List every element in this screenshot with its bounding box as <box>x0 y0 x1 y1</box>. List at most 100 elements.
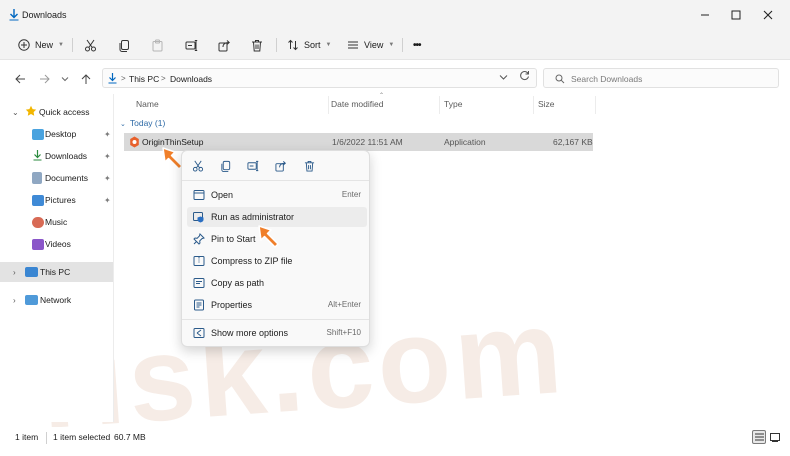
chevron-down-icon: ⌄ <box>120 121 126 128</box>
sidebar-item-label: Music <box>45 217 68 227</box>
chevron-right-icon: › <box>13 267 16 277</box>
status-divider <box>46 432 47 444</box>
sidebar-item-quick-access[interactable]: ⌄ Quick access <box>0 102 113 122</box>
sort-indicator-icon: ⌃ <box>379 93 385 99</box>
sidebar-item-label: Videos <box>45 239 71 249</box>
up-button[interactable] <box>79 72 93 86</box>
status-bar: 1 item 1 item selected 60.7 MB <box>0 427 790 449</box>
delete-button[interactable] <box>251 35 263 55</box>
column-divider[interactable] <box>328 96 329 114</box>
menu-item-show-more-options[interactable]: Show more options Shift+F10 <box>187 323 367 343</box>
close-icon <box>763 10 773 20</box>
toolbar-divider <box>276 38 277 52</box>
maximize-button[interactable] <box>721 0 751 30</box>
toolbar-divider <box>72 38 73 52</box>
chevron-down-icon: ▼ <box>388 42 395 48</box>
new-button[interactable]: New ▼ <box>18 35 64 55</box>
scissors-icon <box>192 160 204 172</box>
title-bar: Downloads <box>0 0 790 30</box>
breadcrumb-downloads[interactable]: Downloads <box>170 74 212 84</box>
breadcrumb-this-pc[interactable]: This PC <box>129 74 159 84</box>
sidebar-item-desktop[interactable]: Desktop ✦ <box>0 124 113 144</box>
details-view-button[interactable] <box>752 430 766 444</box>
menu-item-open[interactable]: Open Enter <box>187 185 367 205</box>
menu-item-shortcut: Enter <box>341 190 361 199</box>
context-rename-button[interactable] <box>244 157 262 175</box>
properties-icon <box>193 299 205 311</box>
search-input[interactable]: Search Downloads <box>543 68 779 88</box>
sort-button[interactable]: Sort ▼ <box>287 35 331 55</box>
context-share-button[interactable] <box>272 157 290 175</box>
sidebar-item-this-pc[interactable]: › This PC <box>0 262 113 282</box>
context-copy-button[interactable] <box>217 157 235 175</box>
menu-item-copy-as-path[interactable]: Copy as path <box>187 273 367 293</box>
paste-button[interactable] <box>151 35 164 55</box>
minimize-icon <box>700 10 710 20</box>
chevron-down-icon <box>61 76 69 82</box>
status-selection: 1 item selected <box>53 432 111 442</box>
sidebar-item-label: Desktop <box>45 129 77 139</box>
back-button[interactable] <box>13 72 27 86</box>
sidebar-item-label: Documents <box>45 173 88 183</box>
search-icon <box>555 74 565 84</box>
sidebar-item-music[interactable]: Music <box>0 212 113 232</box>
menu-separator <box>182 180 369 181</box>
column-divider[interactable] <box>533 96 534 114</box>
rename-icon <box>247 160 259 172</box>
search-placeholder: Search Downloads <box>571 74 643 84</box>
group-header-today[interactable]: ⌄ Today (1) <box>120 118 165 128</box>
status-item-count: 1 item <box>15 432 39 442</box>
status-selection-size: 60.7 MB <box>114 432 146 442</box>
close-button[interactable] <box>753 0 783 30</box>
sidebar-item-documents[interactable]: Documents ✦ <box>0 168 113 188</box>
window-title: Downloads <box>22 10 67 20</box>
tiles-view-button[interactable] <box>768 430 782 444</box>
sidebar-item-network[interactable]: › Network <box>0 290 113 310</box>
column-divider[interactable] <box>439 96 440 114</box>
column-header-date-modified[interactable]: Date modified <box>331 99 383 109</box>
file-size: 62,167 KB <box>553 137 593 147</box>
address-history-button[interactable] <box>499 74 508 81</box>
column-header-name[interactable]: Name <box>136 99 159 109</box>
details-view-icon <box>754 433 764 441</box>
chevron-down-icon: ▼ <box>325 42 332 48</box>
rename-icon <box>185 39 198 52</box>
sidebar-item-pictures[interactable]: Pictures ✦ <box>0 190 113 210</box>
sidebar-item-downloads[interactable]: Downloads ✦ <box>0 146 113 166</box>
admin-shield-icon <box>193 211 205 223</box>
file-type: Application <box>444 137 486 147</box>
navigation-pane: ⌄ Quick access Desktop ✦ Downloads ✦ Doc… <box>0 94 114 422</box>
forward-button[interactable] <box>37 72 51 86</box>
navigation-bar: > This PC > Downloads Search Downloads <box>0 60 790 94</box>
sidebar-item-videos[interactable]: Videos <box>0 234 113 254</box>
context-delete-button[interactable] <box>300 157 318 175</box>
menu-item-compress-to-zip[interactable]: Compress to ZIP file <box>187 251 367 271</box>
menu-item-label: Open <box>211 190 234 200</box>
trash-icon <box>304 160 315 172</box>
column-divider[interactable] <box>595 96 596 114</box>
paste-icon <box>151 39 164 52</box>
file-row[interactable]: OriginThinSetup 1/6/2022 11:51 AM Applic… <box>124 133 593 151</box>
cut-button[interactable] <box>84 35 97 55</box>
recent-locations-button[interactable] <box>58 72 72 86</box>
menu-item-label: Pin to Start <box>211 234 256 244</box>
minimize-button[interactable] <box>690 0 720 30</box>
copy-button[interactable] <box>118 35 131 55</box>
trash-icon <box>251 39 263 52</box>
videos-icon <box>32 238 44 250</box>
more-options-button[interactable]: ••• <box>413 35 421 55</box>
column-header-type[interactable]: Type <box>444 99 462 109</box>
sort-icon <box>287 39 299 51</box>
menu-item-properties[interactable]: Properties Alt+Enter <box>187 295 367 315</box>
chevron-right-icon: › <box>13 295 16 305</box>
refresh-icon <box>519 70 530 81</box>
context-cut-button[interactable] <box>189 157 207 175</box>
address-bar[interactable]: > This PC > Downloads <box>102 68 537 88</box>
scissors-icon <box>84 39 97 52</box>
refresh-button[interactable] <box>519 70 530 81</box>
pin-icon: ✦ <box>104 195 111 205</box>
share-button[interactable] <box>218 35 231 55</box>
view-button[interactable]: View ▼ <box>347 35 394 55</box>
column-header-size[interactable]: Size <box>538 99 555 109</box>
rename-button[interactable] <box>185 35 198 55</box>
